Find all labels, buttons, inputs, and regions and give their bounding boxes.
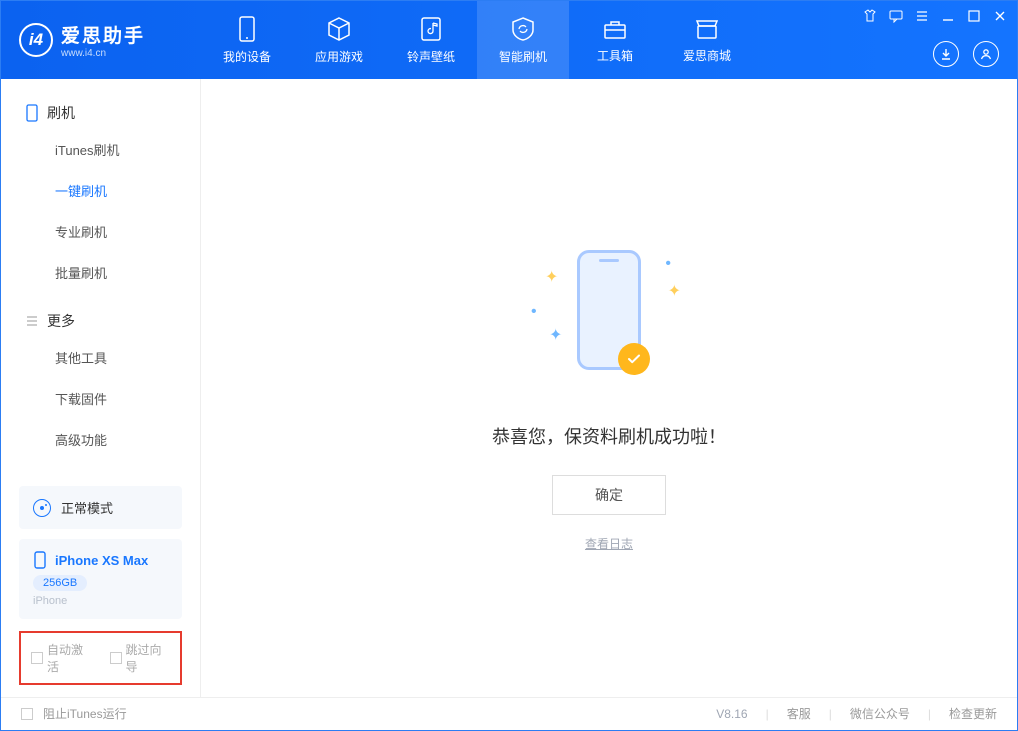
- footer-link-update[interactable]: 检查更新: [949, 705, 997, 722]
- check-badge-icon: [618, 343, 650, 375]
- user-icon: [979, 47, 993, 61]
- user-button[interactable]: [973, 41, 999, 67]
- nav-shop[interactable]: 爱思商城: [661, 1, 753, 79]
- shop-icon: [694, 17, 720, 41]
- phone-illustration-icon: [577, 250, 641, 370]
- sidebar-item-pro-flash[interactable]: 专业刷机: [1, 211, 200, 252]
- toolbox-icon: [602, 17, 628, 41]
- sidebar-section-flash: 刷机: [1, 97, 200, 129]
- version-label: V8.16: [716, 707, 747, 721]
- device-name: iPhone XS Max: [55, 553, 148, 568]
- skip-guide-checkbox[interactable]: 跳过向导: [110, 641, 171, 675]
- success-illustration: ✦ • ✦ • ✦: [509, 225, 709, 395]
- close-button[interactable]: [993, 9, 1007, 23]
- sidebar-item-advanced[interactable]: 高级功能: [1, 419, 200, 460]
- logo-icon: i4: [19, 23, 53, 57]
- header-actions: [933, 41, 999, 67]
- device-capacity: 256GB: [33, 575, 87, 591]
- device-mode-card[interactable]: 正常模式: [19, 486, 182, 529]
- sidebar-item-itunes-flash[interactable]: iTunes刷机: [1, 129, 200, 170]
- auto-activate-checkbox[interactable]: 自动激活: [31, 641, 92, 675]
- footer: 阻止iTunes运行 V8.16 | 客服 | 微信公众号 | 检查更新: [1, 697, 1017, 729]
- sidebar-item-other-tools[interactable]: 其他工具: [1, 337, 200, 378]
- sidebar-item-one-key-flash[interactable]: 一键刷机: [1, 170, 200, 211]
- nav-ringtone-wallpaper[interactable]: 铃声壁纸: [385, 1, 477, 79]
- download-button[interactable]: [933, 41, 959, 67]
- music-file-icon: [420, 16, 442, 42]
- option-highlight-box: 自动激活 跳过向导: [19, 631, 182, 685]
- download-icon: [939, 47, 953, 61]
- main-nav: 我的设备 应用游戏 铃声壁纸 智能刷机 工具箱 爱思商城: [201, 1, 753, 79]
- tshirt-icon[interactable]: [863, 9, 877, 23]
- main-content: ✦ • ✦ • ✦ 恭喜您，保资料刷机成功啦！ 确定 查看日志: [201, 79, 1017, 697]
- nav-apps-games[interactable]: 应用游戏: [293, 1, 385, 79]
- list-icon: [25, 314, 39, 328]
- sidebar-item-download-firmware[interactable]: 下载固件: [1, 378, 200, 419]
- view-log-link[interactable]: 查看日志: [585, 535, 633, 552]
- menu-icon[interactable]: [915, 9, 929, 23]
- cube-icon: [326, 16, 352, 42]
- app-logo: i4 爱思助手 www.i4.cn: [1, 1, 201, 79]
- stop-itunes-checkbox[interactable]: 阻止iTunes运行: [21, 705, 127, 722]
- app-subtitle: www.i4.cn: [61, 48, 145, 59]
- sidebar-item-batch-flash[interactable]: 批量刷机: [1, 252, 200, 293]
- confirm-button[interactable]: 确定: [552, 475, 666, 515]
- app-title: 爱思助手: [61, 21, 145, 48]
- success-message: 恭喜您，保资料刷机成功啦！: [492, 423, 726, 449]
- phone-icon: [237, 16, 257, 42]
- nav-toolbox[interactable]: 工具箱: [569, 1, 661, 79]
- device-mode-label: 正常模式: [61, 498, 113, 517]
- footer-link-wechat[interactable]: 微信公众号: [850, 705, 910, 722]
- feedback-icon[interactable]: [889, 9, 903, 23]
- nav-my-device[interactable]: 我的设备: [201, 1, 293, 79]
- device-icon: [25, 104, 39, 122]
- device-card[interactable]: iPhone XS Max 256GB iPhone: [19, 539, 182, 619]
- minimize-button[interactable]: [941, 9, 955, 23]
- footer-link-support[interactable]: 客服: [787, 705, 811, 722]
- device-type: iPhone: [33, 595, 168, 607]
- window-controls: [863, 9, 1007, 23]
- mode-status-icon: [33, 499, 51, 517]
- header: i4 爱思助手 www.i4.cn 我的设备 应用游戏 铃声壁纸 智能刷机 工具…: [1, 1, 1017, 79]
- maximize-button[interactable]: [967, 9, 981, 23]
- nav-smart-flash[interactable]: 智能刷机: [477, 1, 569, 79]
- refresh-shield-icon: [510, 16, 536, 42]
- sidebar: 刷机 iTunes刷机 一键刷机 专业刷机 批量刷机 更多 其他工具 下载固件 …: [1, 79, 201, 697]
- phone-outline-icon: [33, 551, 47, 569]
- sidebar-section-more: 更多: [1, 305, 200, 337]
